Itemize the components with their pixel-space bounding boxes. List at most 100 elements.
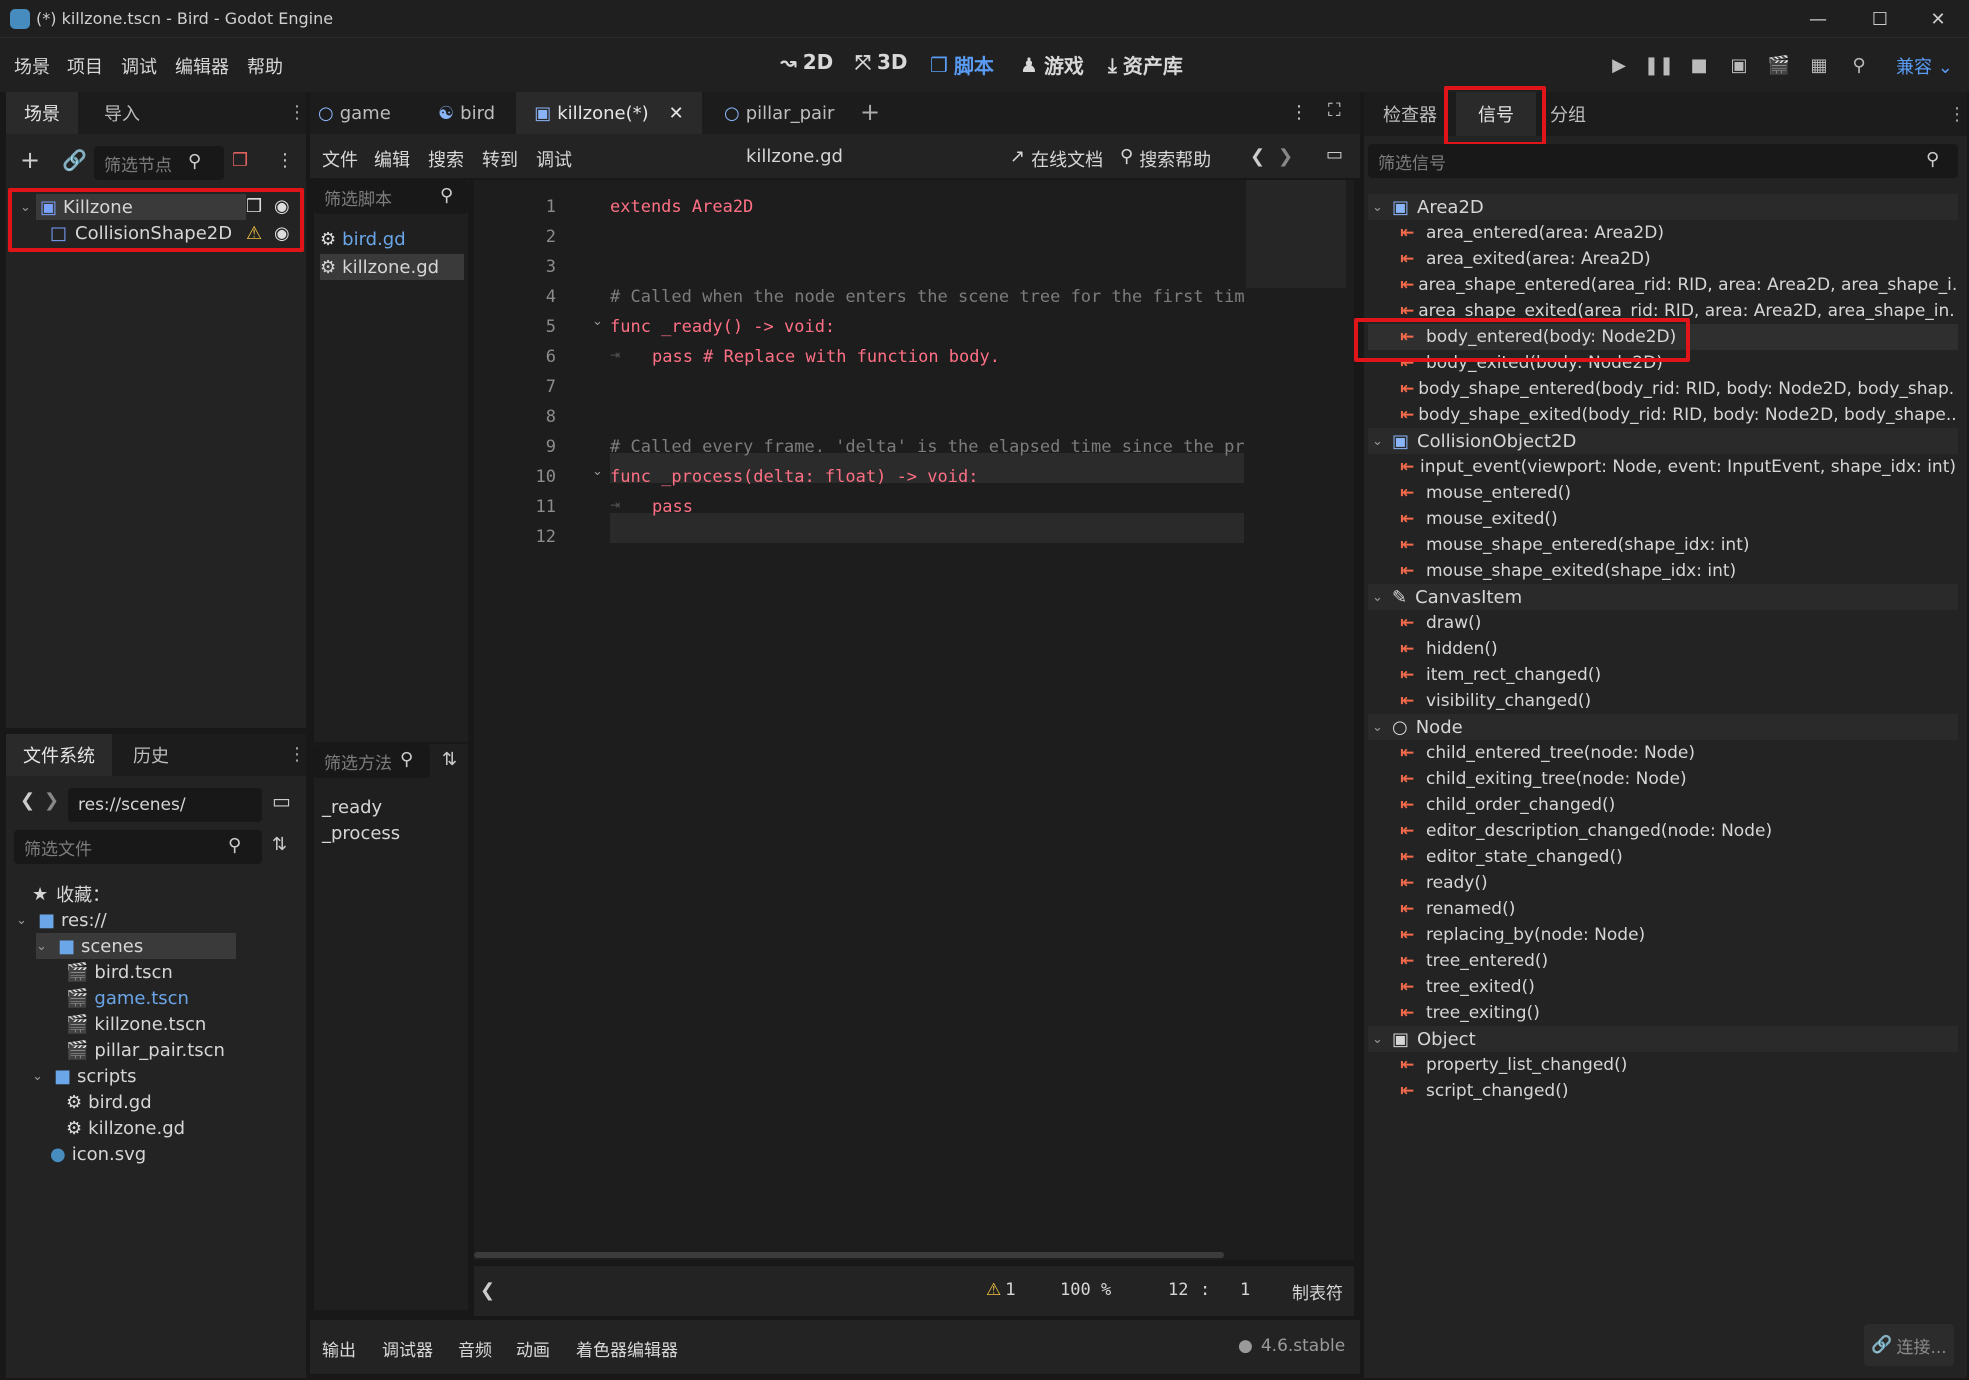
dock-menu-icon[interactable]: ⋮ [288, 102, 306, 123]
signal-item[interactable]: ⇤ visibility_changed() [1400, 688, 1956, 714]
workspace-script-button[interactable]: ❒ 脚本 [930, 50, 994, 79]
script-attached-icon[interactable]: ❒ [246, 196, 262, 217]
pause-icon[interactable]: ❚❚ [1644, 52, 1674, 78]
node-filter-input[interactable]: 筛选节点 [94, 146, 224, 180]
fs-item-pillar_pair-tscn[interactable]: 🎬 pillar_pair.tscn [60, 1037, 225, 1063]
dock-menu-icon[interactable]: ⋮ [1948, 104, 1966, 125]
renderer-selector[interactable]: 兼容 ⌄ [1896, 53, 1953, 79]
signal-item[interactable]: ⇤ child_order_changed() [1400, 792, 1956, 818]
script-item-killzone[interactable]: ⚙ killzone.gd [320, 254, 464, 280]
fs-item-icon-svg[interactable]: ● icon.svg [44, 1141, 146, 1167]
signal-item[interactable]: ⇤ child_exiting_tree(node: Node) [1400, 766, 1956, 792]
signal-item[interactable]: ⇤ area_entered(area: Area2D) [1400, 220, 1956, 246]
fs-item-scripts[interactable]: ⌄ ■ scripts [32, 1063, 137, 1089]
tab-history[interactable]: 历史 [116, 734, 186, 776]
warning-count[interactable]: ⚠ 1 [986, 1280, 1016, 1300]
visibility-eye-icon[interactable]: ◉ [274, 196, 290, 217]
close-window-button[interactable]: ✕ [1910, 0, 1966, 38]
signal-item[interactable]: ⇤ input_event(viewport: Node, event: Inpu… [1400, 454, 1956, 480]
scene-tabs-menu-icon[interactable]: ⋮ [1290, 102, 1308, 123]
fs-item-game-tscn[interactable]: 🎬 game.tscn [60, 985, 189, 1011]
maximize-button[interactable]: ☐ [1852, 0, 1908, 38]
method-item-ready[interactable]: _ready [322, 794, 382, 820]
menu-debug[interactable]: 调试 [121, 53, 157, 79]
toggle-panel-icon[interactable]: ▭ [1326, 144, 1343, 165]
tab-filesystem[interactable]: 文件系统 [6, 734, 112, 776]
workspace-3d-button[interactable]: ⤧ 3D [855, 50, 908, 74]
signal-item[interactable]: ⇤ renamed() [1400, 896, 1956, 922]
history-back-icon[interactable]: ❮ [1250, 146, 1265, 167]
split-view-icon[interactable]: ▭ [272, 789, 291, 813]
signal-group-canvasitem[interactable]: ⌄ ✎ CanvasItem [1368, 584, 1958, 610]
workspace-game-button[interactable]: ♟ 游戏 [1020, 50, 1084, 79]
signal-filter-input[interactable]: 筛选信号 [1368, 144, 1958, 178]
signal-item[interactable]: ⇤ mouse_shape_exited(shape_idx: int) [1400, 558, 1956, 584]
script-menu-goto[interactable]: 转到 [482, 146, 518, 172]
scene-tab-pillar-pair[interactable]: ○ pillar_pair [724, 92, 834, 134]
fs-item-killzone-tscn[interactable]: 🎬 killzone.tscn [60, 1011, 206, 1037]
stop-icon[interactable]: ■ [1686, 52, 1712, 78]
attach-script-icon[interactable]: ❒ [232, 150, 248, 171]
favorites-item[interactable]: ★ 收藏： [32, 881, 110, 907]
menu-project[interactable]: 项目 [67, 53, 103, 79]
toggle-scripts-panel-icon[interactable]: ❮ [480, 1280, 495, 1301]
workspace-2d-button[interactable]: ↝ 2D [780, 50, 833, 74]
signal-item[interactable]: ⇤ body_shape_exited(body_rid: RID, body: … [1400, 402, 1956, 428]
path-field[interactable]: res://scenes/ [68, 788, 262, 822]
signal-item[interactable]: ⇤ property_list_changed() [1400, 1052, 1956, 1078]
fs-item-killzone-gd[interactable]: ⚙ killzone.gd [60, 1115, 185, 1141]
sort-icon[interactable]: ⇅ [272, 834, 287, 855]
play-icon[interactable]: ▶ [1606, 52, 1632, 78]
history-forward-icon[interactable]: ❯ [1278, 146, 1293, 167]
menu-help[interactable]: 帮助 [247, 53, 283, 79]
scene-node-killzone[interactable]: ⌄ ▣ Killzone [20, 194, 246, 220]
bottom-tab-shader-editor[interactable]: 着色器编辑器 [576, 1336, 678, 1361]
scene-tab-game[interactable]: ○ game [318, 92, 391, 134]
signal-item[interactable]: ⇤ mouse_entered() [1400, 480, 1956, 506]
code-editor[interactable]: 1 extends Area2D 2 3 4 # Called when the node… [474, 180, 1354, 1260]
scene-node-collisionshape2d[interactable]: □ CollisionShape2D [50, 220, 250, 246]
script-item-bird[interactable]: ⚙ bird.gd [320, 226, 464, 252]
workspace-assetlib-button[interactable]: ⤓ 资产库 [1108, 50, 1183, 79]
fs-item-bird-tscn[interactable]: 🎬 bird.tscn [60, 959, 173, 985]
add-tab-icon[interactable]: + [860, 98, 880, 126]
fs-item-scenes[interactable]: ⌄ ■ scenes [36, 933, 236, 959]
zoom-level[interactable]: 100 % [1060, 1280, 1111, 1300]
play-scene-icon[interactable]: 🎬 [1766, 52, 1792, 78]
signal-item[interactable]: ⇤ script_changed() [1400, 1078, 1956, 1104]
instance-link-icon[interactable]: 🔗 [62, 148, 87, 172]
script-menu-file[interactable]: 文件 [322, 146, 358, 172]
remote-debug-icon[interactable]: ▣ [1726, 52, 1752, 78]
fold-chevron-icon[interactable]: ⌄ [592, 314, 603, 329]
tab-groups[interactable]: 分组 [1538, 92, 1598, 136]
distraction-free-icon[interactable]: ⛶ [1328, 100, 1341, 121]
dock-menu-icon[interactable]: ⋮ [288, 744, 306, 765]
signal-item[interactable]: ⇤ hidden() [1400, 636, 1956, 662]
bottom-tab-audio[interactable]: 音频 [458, 1336, 492, 1361]
bottom-tab-output[interactable]: 输出 [322, 1336, 356, 1361]
signal-group-node[interactable]: ⌄ ○ Node [1368, 714, 1958, 740]
bottom-tab-debugger[interactable]: 调试器 [382, 1336, 433, 1361]
fold-chevron-icon[interactable]: ⌄ [592, 464, 603, 479]
play-custom-scene-icon[interactable]: ▦ [1806, 52, 1832, 78]
add-node-icon[interactable]: + [20, 146, 40, 174]
menu-scene[interactable]: 场景 [14, 53, 50, 79]
forward-icon[interactable]: ❯ [44, 790, 59, 811]
sort-icon[interactable]: ⇅ [442, 749, 457, 770]
signal-group-area2d[interactable]: ⌄ ▣ Area2D [1368, 194, 1958, 220]
connect-button[interactable]: 🔗 连接... [1864, 1324, 1954, 1366]
signal-group-collisionobject2d[interactable]: ⌄ ▣ CollisionObject2D [1368, 428, 1958, 454]
signal-item[interactable]: ⇤ area_exited(area: Area2D) [1400, 246, 1956, 272]
online-docs-button[interactable]: ↗ 在线文档 [1010, 146, 1103, 172]
movie-maker-icon[interactable]: ⚲ [1846, 52, 1872, 78]
bottom-tab-animation[interactable]: 动画 [516, 1336, 550, 1361]
warning-icon[interactable]: ⚠ [246, 223, 262, 244]
signal-item[interactable]: ⇤ tree_exiting() [1400, 1000, 1956, 1026]
search-help-button[interactable]: ⚲ 搜索帮助 [1120, 146, 1211, 172]
visibility-eye-icon[interactable]: ◉ [274, 223, 290, 244]
signal-item[interactable]: ⇤ ready() [1400, 870, 1956, 896]
tab-scene[interactable]: 场景 [6, 92, 78, 134]
signal-item[interactable]: ⇤ editor_state_changed() [1400, 844, 1956, 870]
signal-item[interactable]: ⇤ draw() [1400, 610, 1956, 636]
tab-import[interactable]: 导入 [86, 92, 158, 134]
